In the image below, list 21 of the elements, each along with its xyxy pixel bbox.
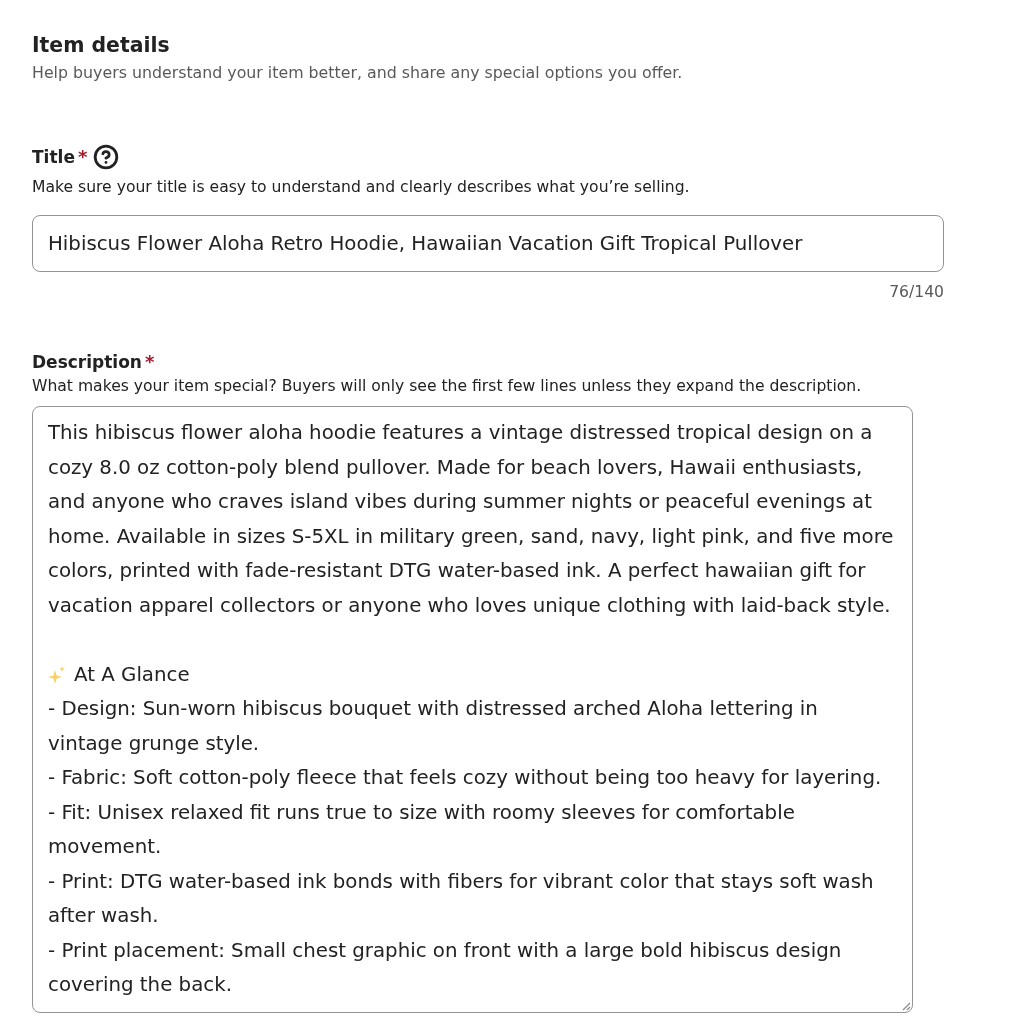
sparkle-icon <box>48 665 66 684</box>
resize-handle-icon[interactable] <box>901 1001 911 1011</box>
description-list-item: - Print placement: Small chest graphic on front with a large bold hibiscus design covering the back. <box>48 937 843 998</box>
description-list-item: - Print: DTG water-based ink bonds with fibers for vibrant color that stays soft wash after wash. <box>48 868 875 929</box>
required-mark: * <box>144 350 155 374</box>
required-mark: * <box>77 145 88 169</box>
section-subtitle: Help buyers understand your item better, and share any special options you offer. <box>32 63 684 83</box>
help-icon[interactable] <box>93 144 120 170</box>
description-paragraph: This hibiscus flower aloha hoodie features a vintage distressed tropical design on a cozy 8.0 oz cotton-poly blend pullover. Made for beach lovers, Hawaii enthusiasts, and anyone who craves island vibes during summer nights or peaceful evenings at home. Available in sizes S-5XL in military green, sand, navy, light pink, and five more colors, printed with fade-resistant DTG water-based ink. A perfect hawaiian gift for vacation apparel collectors or anyone who loves unique clothing with laid-back style. <box>48 420 895 619</box>
field-label: Title <box>32 146 75 169</box>
description-field[interactable] <box>32 406 913 1013</box>
description-heading: At A Glance <box>74 661 190 688</box>
title-input[interactable]: Hibiscus Flower Aloha Retro Hoodie, Hawaiian Vacation Gift Tropical Pullover <box>32 215 944 272</box>
description-list-item: - Design: Sun-worn hibiscus bouquet with distressed arched Aloha lettering in vintage grunge style. <box>48 696 819 757</box>
description-list-item: - Fabric: Soft cotton-poly fleece that feels cozy without being too heavy for layering. <box>48 765 883 791</box>
field-hint: What makes your item special? Buyers will only see the first few lines unless they expand the description. <box>32 376 863 396</box>
description-list-item: - Fit: Unisex relaxed fit runs true to size with roomy sleeves for comfortable movement. <box>48 799 796 860</box>
field-hint: Make sure your title is easy to understand and clearly describes what you’re selling. <box>32 177 691 197</box>
character-counter: 76/140 <box>889 282 944 302</box>
section-title: Item details <box>32 32 171 58</box>
field-label: Description <box>32 351 142 374</box>
